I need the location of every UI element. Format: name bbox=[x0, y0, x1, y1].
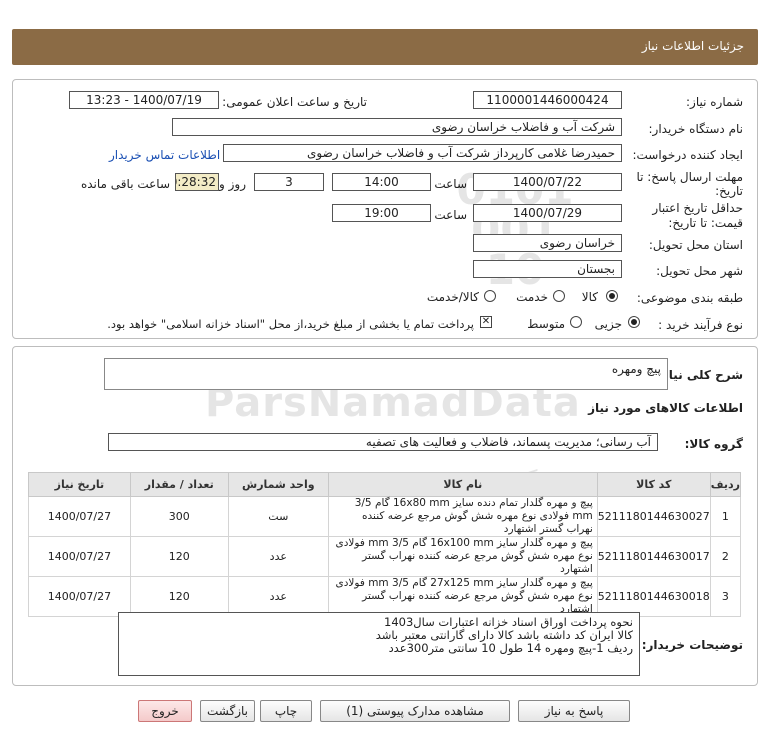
table-header-row: ردیف کد کالا نام کالا واحد شمارش تعداد /… bbox=[28, 472, 742, 497]
col-qty-header: تعداد / مقدار bbox=[129, 472, 229, 497]
process-label: نوع فرآیند خرید : bbox=[658, 318, 743, 332]
deadline-label-2: تاریخ: bbox=[715, 184, 743, 198]
item-date: 1400/07/27 bbox=[28, 576, 131, 617]
col-row-header: ردیف bbox=[709, 472, 742, 497]
items-table: ردیف کد کالا نام کالا واحد شمارش تعداد /… bbox=[28, 472, 742, 617]
province-field: خراسان رضوی bbox=[473, 234, 622, 252]
creator-field: حمیدرضا غلامی کارپرداز شرکت آب و فاضلاب … bbox=[223, 144, 622, 162]
need-summary-field: پیچ ومهره bbox=[104, 358, 668, 390]
col-date-header: تاریخ نیاز bbox=[28, 472, 131, 497]
category-option-service: خدمت bbox=[516, 290, 548, 304]
item-name: پیچ و مهره گلدار سایز 27x125 mm گام 3/5 … bbox=[327, 576, 598, 617]
announce-label: تاریخ و ساعت اعلان عمومی: bbox=[222, 95, 367, 109]
category-radio-goods-service[interactable] bbox=[484, 290, 496, 302]
item-code: 5211180144630017 bbox=[596, 536, 711, 577]
item-date: 1400/07/27 bbox=[28, 536, 131, 577]
validity-label-2: قیمت: تا تاریخ: bbox=[668, 216, 743, 230]
item-unit: ست bbox=[227, 496, 329, 537]
validity-time-field: 19:00 bbox=[332, 204, 431, 222]
goods-info-title: اطلاعات کالاهای مورد نیاز bbox=[588, 401, 743, 415]
buyer-notes-field: نحوه پرداخت اوراق اسناد خزانه اعتبارات س… bbox=[118, 612, 640, 676]
category-label: طبقه بندی موضوعی: bbox=[636, 291, 743, 305]
page-title: جزئیات اطلاعات نیاز bbox=[641, 39, 744, 53]
validity-label-1: حداقل تاریخ اعتبار bbox=[652, 201, 743, 215]
remaining-label: ساعت باقی مانده bbox=[80, 177, 170, 191]
need-number-field: 1100001446000424 bbox=[473, 91, 622, 109]
item-qty: 300 bbox=[129, 496, 229, 537]
city-label: شهر محل تحویل: bbox=[656, 264, 743, 278]
table-row: 3 5211180144630018 پیچ و مهره گلدار سایز… bbox=[28, 576, 742, 617]
goods-group-field: آب رسانی؛ مدیریت پسماند، فاضلاب و فعالیت… bbox=[108, 433, 658, 451]
creator-label: ایجاد کننده درخواست: bbox=[632, 148, 743, 162]
deadline-label-1: مهلت ارسال پاسخ: تا bbox=[636, 170, 743, 184]
col-code-header: کد کالا bbox=[596, 472, 711, 497]
announce-field: 1400/07/19 - 13:23 bbox=[69, 91, 219, 109]
treasury-payment-checkbox[interactable]: ✕ bbox=[480, 316, 492, 328]
item-name: پیچ و مهره گلدار تمام دنده سایز 16x80 mm… bbox=[327, 496, 598, 537]
deadline-time-field: 14:00 bbox=[332, 173, 431, 191]
category-radio-service[interactable] bbox=[553, 290, 565, 302]
view-attachments-button[interactable]: مشاهده مدارک پیوستی (1) bbox=[320, 700, 510, 722]
process-radio-medium[interactable] bbox=[570, 316, 582, 328]
days-label: روز و bbox=[219, 177, 246, 191]
page-header: جزئیات اطلاعات نیاز bbox=[12, 29, 758, 65]
col-unit-header: واحد شمارش bbox=[227, 472, 329, 497]
deadline-time-label: ساعت bbox=[434, 177, 467, 191]
validity-time-label: ساعت bbox=[434, 208, 467, 222]
category-option-goods-service: کالا/خدمت bbox=[426, 290, 479, 304]
item-name: پیچ و مهره گلدار سایز 16x100 mm گام 3/5 … bbox=[327, 536, 598, 577]
category-radio-goods[interactable] bbox=[606, 290, 618, 302]
process-radio-minor[interactable] bbox=[628, 316, 640, 328]
process-option-minor: جزیی bbox=[594, 317, 622, 331]
days-count-field: 3 bbox=[254, 173, 324, 191]
row-number: 1 bbox=[709, 496, 742, 537]
table-row: 1 5211180144630027 پیچ و مهره گلدار تمام… bbox=[28, 496, 742, 537]
item-qty: 120 bbox=[129, 576, 229, 617]
remaining-time-field: 00:28:32 bbox=[175, 173, 219, 191]
back-button[interactable]: بازگشت bbox=[200, 700, 255, 722]
item-code: 5211180144630018 bbox=[596, 576, 711, 617]
province-label: استان محل تحویل: bbox=[648, 238, 743, 252]
item-code: 5211180144630027 bbox=[596, 496, 711, 537]
item-qty: 120 bbox=[129, 536, 229, 577]
item-unit: عدد bbox=[227, 536, 329, 577]
row-number: 2 bbox=[709, 536, 742, 577]
need-number-label: شماره نیاز: bbox=[686, 95, 743, 109]
exit-button[interactable]: خروج bbox=[138, 700, 192, 722]
buyer-notes-label: توضیحات خریدار: bbox=[641, 638, 743, 652]
buyer-org-label: نام دستگاه خریدار: bbox=[648, 122, 744, 136]
col-name-header: نام کالا bbox=[327, 472, 598, 497]
category-option-goods: کالا bbox=[581, 290, 598, 304]
deadline-date-field: 1400/07/22 bbox=[473, 173, 622, 191]
buyer-org-field: شرکت آب و فاضلاب خراسان رضوی bbox=[172, 118, 622, 136]
reply-button[interactable]: پاسخ به نیاز bbox=[518, 700, 630, 722]
validity-date-field: 1400/07/29 bbox=[473, 204, 622, 222]
table-row: 2 5211180144630017 پیچ و مهره گلدار سایز… bbox=[28, 536, 742, 577]
city-field: بجستان bbox=[473, 260, 622, 278]
treasury-payment-note: پرداخت تمام یا بخشی از مبلغ خرید،از محل … bbox=[107, 317, 474, 331]
need-summary-label: شرح کلی نیاز: bbox=[657, 368, 743, 382]
row-number: 3 bbox=[709, 576, 742, 617]
goods-group-label: گروه کالا: bbox=[684, 437, 743, 451]
item-date: 1400/07/27 bbox=[28, 496, 131, 537]
buyer-contact-link[interactable]: اطلاعات تماس خریدار bbox=[109, 148, 220, 162]
process-option-medium: متوسط bbox=[527, 317, 565, 331]
print-button[interactable]: چاپ bbox=[260, 700, 312, 722]
item-unit: عدد bbox=[227, 576, 329, 617]
